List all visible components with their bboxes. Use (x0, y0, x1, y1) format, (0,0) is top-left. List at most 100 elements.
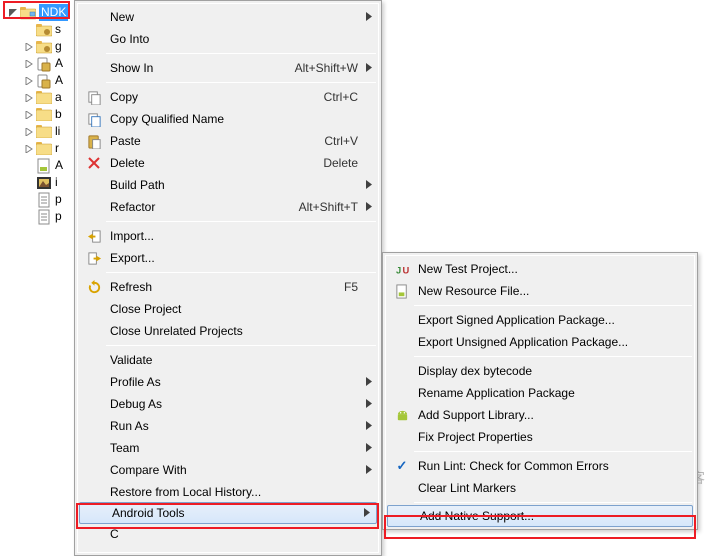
menu-item-copy[interactable]: CopyCtrl+C (78, 86, 378, 108)
menu-item-debug-as[interactable]: Debug As (78, 393, 378, 415)
submenu-arrow-icon (366, 441, 372, 455)
junit-icon: JU (392, 261, 412, 277)
menu-item-accelerator: Ctrl+V (312, 134, 358, 148)
twisty-icon[interactable] (24, 76, 34, 86)
twisty-icon[interactable] (24, 195, 34, 205)
menu-item-rename-application-package[interactable]: Rename Application Package (386, 382, 694, 404)
menu-item-go-into[interactable]: Go Into (78, 28, 378, 50)
twisty-icon[interactable] (24, 161, 34, 171)
paste-icon (84, 133, 104, 149)
menu-item-add-support-library[interactable]: Add Support Library... (386, 404, 694, 426)
menu-item-validate[interactable]: Validate (78, 349, 378, 371)
blank-icon (84, 301, 104, 317)
menu-item-export[interactable]: Export... (78, 247, 378, 269)
menu-item-label: Team (110, 441, 358, 455)
android-file-icon (392, 283, 412, 299)
text-file (36, 192, 52, 208)
menu-item-restore-from-local-history[interactable]: Restore from Local History... (78, 481, 378, 503)
blank-icon (84, 60, 104, 76)
menu-item-label: Copy Qualified Name (110, 112, 358, 126)
menu-item-fix-project-properties[interactable]: Fix Project Properties (386, 426, 694, 448)
import-icon (84, 228, 104, 244)
menu-item-export-signed-application-package[interactable]: Export Signed Application Package... (386, 309, 694, 331)
submenu-arrow-icon (366, 419, 372, 433)
android-tools-submenu[interactable]: JU New Test Project... New Resource File..… (382, 252, 698, 530)
tree-item-label: A (55, 55, 63, 72)
copy-icon (84, 89, 104, 105)
menu-item-delete[interactable]: DeleteDelete (78, 152, 378, 174)
menu-item-label: New Test Project... (418, 262, 674, 276)
folder (36, 124, 52, 140)
menu-item-close-project[interactable]: Close Project (78, 298, 378, 320)
menu-item-label: Export Signed Application Package... (418, 313, 674, 327)
twisty-open-icon[interactable] (8, 8, 18, 18)
twisty-icon[interactable] (24, 93, 34, 103)
menu-item-team[interactable]: Team (78, 437, 378, 459)
folder (36, 90, 52, 106)
menu-item-label: Export... (110, 251, 358, 265)
menu-item-label: Display dex bytecode (418, 364, 674, 378)
twisty-icon[interactable] (24, 178, 34, 188)
svg-text:J: J (395, 265, 400, 275)
menu-item-export-unsigned-application-package[interactable]: Export Unsigned Application Package... (386, 331, 694, 353)
copy-qn-icon (84, 111, 104, 127)
folder (36, 107, 52, 123)
menu-separator (414, 502, 692, 503)
menu-item-close-unrelated-projects[interactable]: Close Unrelated Projects (78, 320, 378, 342)
menu-item-label: Show In (110, 61, 283, 75)
blank-icon (392, 385, 412, 401)
menu-item-paste[interactable]: PasteCtrl+V (78, 130, 378, 152)
menu-separator (106, 82, 376, 83)
twisty-icon[interactable] (24, 110, 34, 120)
blank-icon (84, 526, 104, 542)
menu-item-profile-as[interactable]: Profile As (78, 371, 378, 393)
menu-item-display-dex-bytecode[interactable]: Display dex bytecode (386, 360, 694, 382)
twisty-icon[interactable] (24, 42, 34, 52)
twisty-icon[interactable] (24, 127, 34, 137)
menu-item-new-test-project[interactable]: JU New Test Project... (386, 258, 694, 280)
menu-item-copy-qualified-name[interactable]: Copy Qualified Name (78, 108, 378, 130)
blank-icon (84, 177, 104, 193)
menu-item-build-path[interactable]: Build Path (78, 174, 378, 196)
menu-item-import[interactable]: Import... (78, 225, 378, 247)
menu-item-android-tools[interactable]: Android Tools (79, 502, 377, 524)
menu-item-run-as[interactable]: Run As (78, 415, 378, 437)
tree-item-label: A (55, 72, 63, 89)
menu-item-label: Delete (110, 156, 311, 170)
menu-item-compare-with[interactable]: Compare With (78, 459, 378, 481)
blank-icon (84, 396, 104, 412)
blank-icon (392, 312, 412, 328)
twisty-icon[interactable] (24, 144, 34, 154)
menu-separator (414, 305, 692, 306)
menu-item-refresh[interactable]: RefreshF5 (78, 276, 378, 298)
menu-item-clear-lint-markers[interactable]: Clear Lint Markers (386, 477, 694, 499)
menu-item-c[interactable]: C (78, 523, 378, 545)
menu-item-new-resource-file[interactable]: New Resource File... (386, 280, 694, 302)
tree-item-label: li (55, 123, 60, 140)
xml-file (36, 158, 52, 174)
menu-item-label: Go Into (110, 32, 358, 46)
refresh-icon (84, 279, 104, 295)
menu-item-add-native-support[interactable]: Add Native Support... (387, 505, 693, 527)
menu-separator (106, 53, 376, 54)
menu-separator (414, 451, 692, 452)
menu-item-label: Rename Application Package (418, 386, 674, 400)
menu-item-new[interactable]: New (78, 6, 378, 28)
twisty-icon[interactable] (24, 212, 34, 222)
blank-icon (84, 199, 104, 215)
twisty-icon[interactable] (24, 25, 34, 35)
menu-item-refactor[interactable]: RefactorAlt+Shift+T (78, 196, 378, 218)
menu-separator (106, 345, 376, 346)
tree-item-label: b (55, 106, 62, 123)
context-menu[interactable]: New Go Into Show InAlt+Shift+W CopyCtrl+C Co… (74, 0, 382, 556)
menu-item-label: Validate (110, 353, 358, 367)
twisty-icon[interactable] (24, 59, 34, 69)
tree-item-label: s (55, 21, 61, 38)
menu-item-run-lint-check-for-common-errors[interactable]: ✓Run Lint: Check for Common Errors (386, 455, 694, 477)
blank-icon (84, 462, 104, 478)
submenu-arrow-icon (366, 200, 372, 214)
submenu-arrow-icon (366, 397, 372, 411)
text-file (36, 209, 52, 225)
menu-item-label: Add Support Library... (418, 408, 674, 422)
menu-item-show-in[interactable]: Show InAlt+Shift+W (78, 57, 378, 79)
